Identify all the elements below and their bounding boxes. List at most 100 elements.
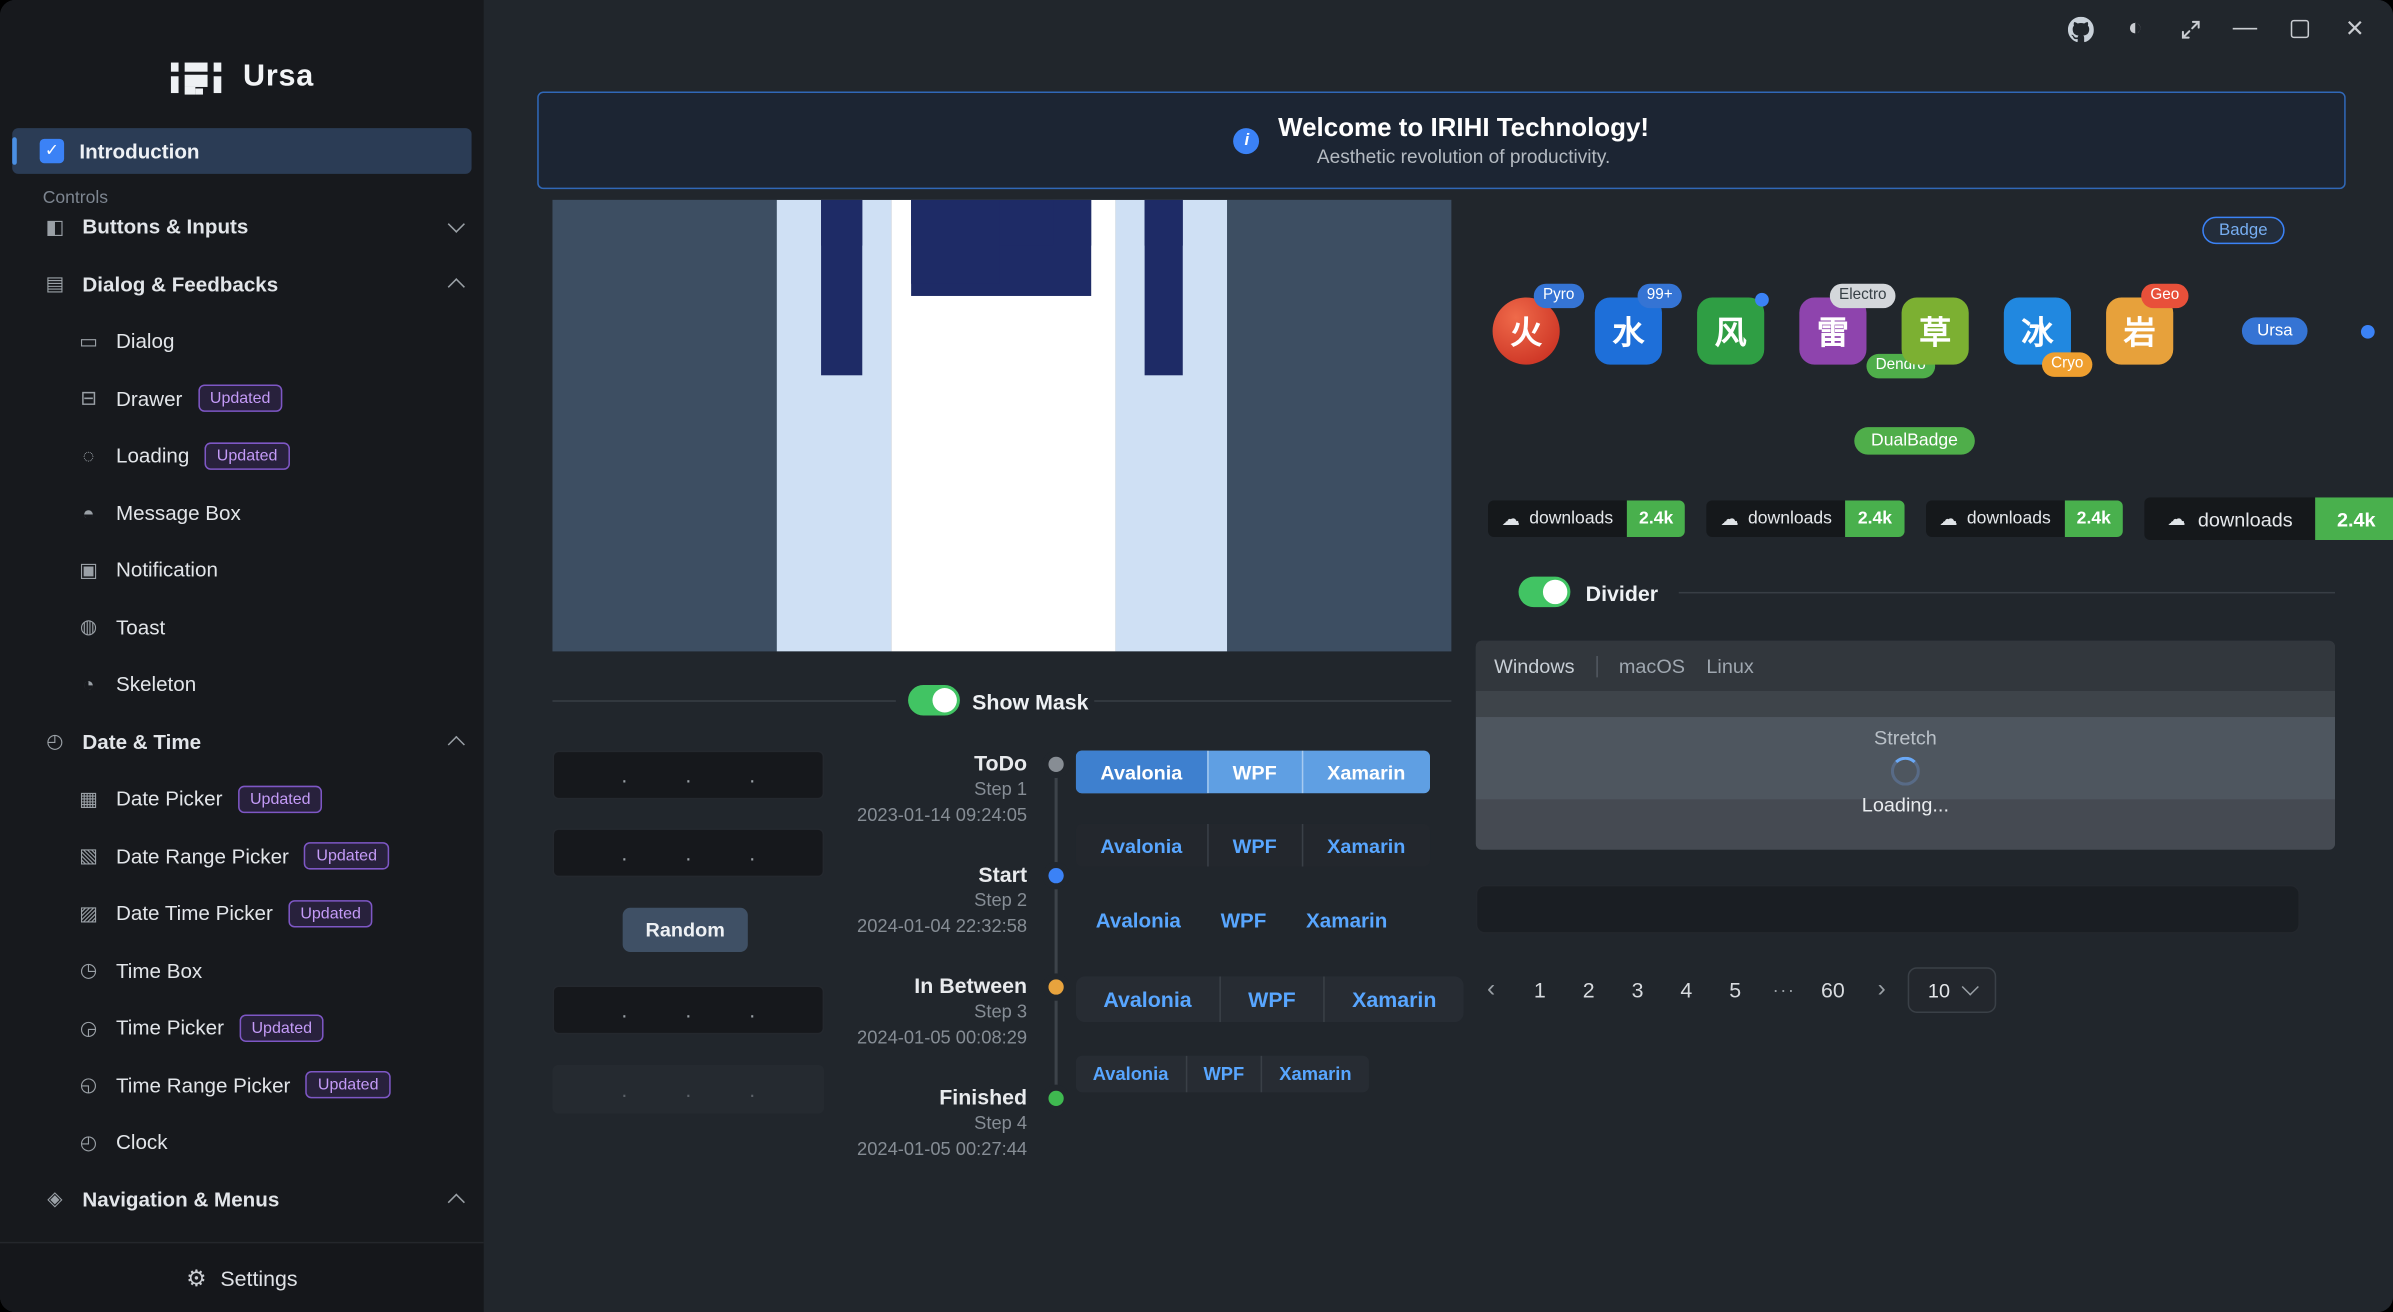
page-size-select[interactable]: 10: [1908, 967, 1997, 1013]
sidebar-item[interactable]: ▧ Date Range Picker Updated: [0, 828, 484, 885]
group-button[interactable]: Xamarin: [1261, 1056, 1368, 1093]
sidebar-item[interactable]: ◴ Date & Time: [0, 713, 484, 770]
page-button[interactable]: 3: [1619, 969, 1656, 1012]
downloads-label: downloads: [2198, 507, 2293, 530]
page-button[interactable]: ‹: [1473, 969, 1510, 1012]
irihi-logo-icon: [170, 56, 225, 97]
item-icon: ▦: [76, 787, 100, 811]
sidebar-item[interactable]: ◵ Time Range Picker Updated: [0, 1056, 484, 1113]
chevron-icon: [448, 1194, 465, 1211]
sidebar-item[interactable]: ◧ Buttons & Inputs: [0, 198, 484, 255]
item-icon: ◌: [76, 444, 100, 467]
sidebar-item[interactable]: ▭ Dialog: [0, 313, 484, 370]
button-group-borderless: AvaloniaWPFXamarin: [1076, 899, 1407, 942]
app-stage: Ursa ✓ Introduction Controls ◧ Buttons &…: [0, 0, 2393, 1312]
loading-demo-panel: Windows macOS Linux Stretch Loading...: [1476, 641, 2335, 850]
sidebar-item-label: Date & Time: [82, 730, 201, 753]
group-button[interactable]: WPF: [1207, 824, 1301, 867]
item-icon: ▨: [76, 901, 100, 925]
sidebar-item-label: Loading: [116, 444, 189, 467]
item-icon: ⊟: [76, 386, 100, 410]
page-button[interactable]: 4: [1668, 969, 1705, 1012]
divider-toggle[interactable]: [1519, 577, 1571, 608]
close-icon[interactable]: ×: [2341, 15, 2368, 42]
group-button[interactable]: Avalonia: [1076, 1056, 1185, 1093]
group-button[interactable]: WPF: [1219, 976, 1323, 1022]
tab-content-label: Stretch: [1874, 725, 1937, 748]
time-box-input-disabled[interactable]: ...: [552, 1065, 824, 1114]
sidebar-item-label: Time Range Picker: [116, 1074, 290, 1097]
random-button[interactable]: Random: [623, 908, 748, 952]
page-button[interactable]: 60: [1815, 969, 1852, 1012]
sidebar-item[interactable]: ◴ Clock: [0, 1114, 484, 1171]
cloud-download-icon: ☁: [2167, 508, 2185, 529]
page-button[interactable]: ›: [1863, 969, 1900, 1012]
downloads-count: 2.4k: [2316, 497, 2393, 540]
sidebar-item[interactable]: ◍ Toast: [0, 599, 484, 656]
group-button[interactable]: Xamarin: [1286, 899, 1407, 942]
downloads-label: downloads: [1967, 510, 2051, 528]
github-icon[interactable]: [2066, 15, 2093, 42]
downloads-count: 2.4k: [1627, 500, 1686, 537]
sidebar-item[interactable]: ◓ Message Box: [0, 484, 484, 541]
sidebar-item[interactable]: ◈ Navigation & Menus: [0, 1171, 484, 1228]
group-button[interactable]: WPF: [1201, 899, 1286, 942]
group-button[interactable]: Xamarin: [1301, 824, 1430, 867]
updated-badge: Updated: [288, 900, 373, 927]
page-button[interactable]: ···: [1766, 969, 1803, 1012]
page-button[interactable]: 1: [1522, 969, 1559, 1012]
tab-linux[interactable]: Linux: [1706, 654, 1753, 677]
sidebar-item[interactable]: ◶ Time Picker Updated: [0, 999, 484, 1056]
sidebar-item[interactable]: ⊟ Drawer Updated: [0, 370, 484, 427]
chevron-icon: [448, 736, 465, 753]
sidebar-item[interactable]: ▤ Dialog & Feedbacks: [0, 256, 484, 313]
group-button[interactable]: Avalonia: [1076, 976, 1219, 1022]
timeline-item: ToDo Step 1 2023-01-14 09:24:05: [835, 749, 1064, 860]
button-group-small: AvaloniaWPFXamarin: [1076, 1056, 1368, 1093]
time-box-input[interactable]: ...: [552, 828, 824, 877]
sidebar-item[interactable]: ▨ Date Time Picker Updated: [0, 885, 484, 942]
sidebar-item[interactable]: ▦ Date Picker Updated: [0, 770, 484, 827]
geo-badge: Geo: [2141, 284, 2188, 308]
sidebar-item[interactable]: ◷ Time Box: [0, 942, 484, 999]
group-button[interactable]: Avalonia: [1076, 824, 1207, 867]
group-button[interactable]: WPF: [1185, 1056, 1261, 1093]
timeline-dot-icon: [1048, 757, 1063, 772]
show-mask-label: Show Mask: [972, 690, 1088, 714]
group-button[interactable]: Xamarin: [1323, 976, 1464, 1022]
page-button[interactable]: 2: [1570, 969, 1607, 1012]
group-button[interactable]: WPF: [1207, 751, 1301, 794]
divider-line: [1094, 700, 1451, 702]
gear-icon: ⚙: [186, 1264, 207, 1291]
sidebar-item[interactable]: ◌ Loading Updated: [0, 427, 484, 484]
badge-tile-rock: 岩 Geo: [2106, 297, 2173, 364]
minimize-icon[interactable]: —: [2231, 15, 2258, 42]
theme-toggle-icon[interactable]: ◐: [2121, 15, 2148, 42]
timeline-label: Finished: [835, 1083, 1027, 1110]
fullscreen-icon[interactable]: [2176, 15, 2203, 42]
tab-bar: Windows macOS Linux: [1476, 641, 2335, 691]
tab-separator: [1596, 655, 1598, 676]
time-box-input[interactable]: ...: [552, 986, 824, 1035]
time-box-input[interactable]: ...: [552, 751, 824, 800]
sidebar-item[interactable]: ◔ Skeleton: [0, 656, 484, 713]
page-button[interactable]: 5: [1717, 969, 1754, 1012]
banner-subtitle: Aesthetic revolution of productivity.: [1278, 144, 1649, 170]
tab-macos[interactable]: macOS: [1619, 654, 1685, 677]
tab-windows[interactable]: Windows: [1494, 654, 1575, 677]
text-input[interactable]: [1476, 885, 2300, 934]
sidebar-item[interactable]: ▣ Notification: [0, 542, 484, 599]
group-button[interactable]: Avalonia: [1076, 751, 1207, 794]
timeline-step: Step 4: [835, 1111, 1027, 1137]
timeline-time: 2024-01-05 00:27:44: [835, 1137, 1027, 1163]
timeline-dot-icon: [1048, 868, 1063, 883]
maximize-icon[interactable]: [2286, 15, 2313, 42]
show-mask-toggle[interactable]: [908, 685, 960, 716]
group-button[interactable]: Avalonia: [1076, 899, 1201, 942]
updated-badge: Updated: [238, 785, 323, 812]
updated-badge: Updated: [304, 843, 389, 870]
timeline-step: Step 3: [835, 999, 1027, 1025]
settings-button[interactable]: ⚙ Settings: [0, 1242, 484, 1312]
sidebar-item-introduction[interactable]: ✓ Introduction: [12, 128, 471, 174]
group-button[interactable]: Xamarin: [1301, 751, 1430, 794]
